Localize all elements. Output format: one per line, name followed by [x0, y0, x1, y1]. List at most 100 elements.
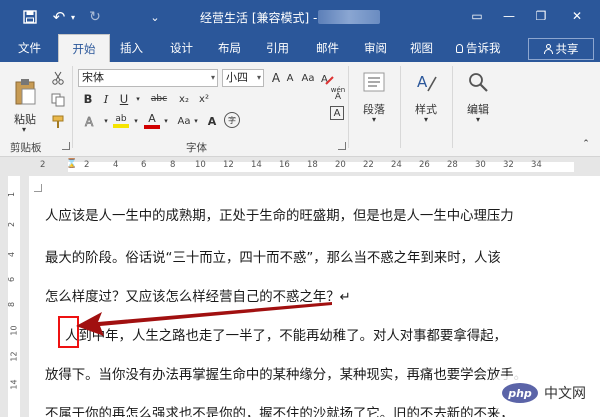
ruler-number: 34: [531, 160, 542, 170]
document-line[interactable]: 不属于你的再怎么强求也不是你的，握不住的沙就扬了它。旧的不去新的不来，: [45, 402, 514, 417]
tab-references[interactable]: 引用: [266, 40, 289, 56]
copy-icon[interactable]: [50, 92, 66, 108]
tab-file[interactable]: 文件: [18, 40, 41, 56]
vruler-number: 1: [7, 191, 17, 198]
ruler-number: 22: [363, 160, 374, 170]
styles-icon[interactable]: A: [408, 68, 444, 96]
highlight-dropdown-icon[interactable]: ▾: [128, 112, 144, 130]
shrink-font-icon[interactable]: A: [282, 69, 298, 87]
tab-home[interactable]: 开始: [58, 34, 110, 62]
ruler-number: 14: [251, 160, 262, 170]
change-case-icon[interactable]: Aa: [300, 69, 316, 87]
highlight-swatch: [113, 124, 129, 128]
tab-review[interactable]: 审阅: [364, 40, 387, 56]
margin-crop-mark: [34, 184, 42, 192]
collapse-ribbon-icon[interactable]: ⌃: [580, 138, 592, 150]
tab-mailings[interactable]: 邮件: [316, 40, 339, 56]
tab-design[interactable]: 设计: [170, 40, 193, 56]
share-button[interactable]: 共享: [528, 38, 594, 60]
ruler-number: 18: [307, 160, 318, 170]
superscript-button[interactable]: x²: [196, 90, 212, 108]
font-color-dropdown-icon[interactable]: ▾: [158, 112, 174, 130]
tell-me-label: 告诉我: [466, 41, 501, 55]
tab-view[interactable]: 视图: [410, 40, 433, 56]
php-logo: php: [502, 383, 538, 403]
text-effects-icon[interactable]: A: [80, 112, 100, 130]
restore-button[interactable]: ❐: [530, 6, 552, 26]
svg-text:A: A: [417, 73, 428, 91]
paste-button[interactable]: [10, 70, 40, 114]
editing-search-icon[interactable]: [460, 68, 496, 96]
font-name-value: 宋体: [82, 71, 104, 84]
bold-button[interactable]: B: [80, 90, 96, 108]
chevron-down-icon: ▾: [210, 73, 215, 82]
undo-dropdown-icon[interactable]: ▾: [68, 8, 78, 26]
group-separator: [400, 66, 401, 148]
redacted-title-part: [318, 10, 380, 24]
indent-marker-icon[interactable]: ⌛: [66, 159, 77, 169]
svg-text:A: A: [85, 115, 94, 128]
underline-dropdown-icon[interactable]: ▾: [130, 90, 146, 108]
vruler-number: 14: [9, 379, 19, 390]
lightbulb-icon: [456, 44, 463, 53]
format-painter-icon[interactable]: [50, 114, 66, 130]
document-line[interactable]: 放得下。当你没有办法再掌握生命中的某种缘分，某种现实，再痛也要学会放手。: [45, 363, 527, 383]
tab-layout[interactable]: 布局: [218, 40, 241, 56]
ruler-number: 2: [40, 160, 46, 170]
tab-insert[interactable]: 插入: [120, 40, 143, 56]
tell-me-box[interactable]: 告诉我: [456, 40, 501, 56]
window-title: 经营生活 [兼容模式] -: [200, 11, 318, 25]
font-size-combo[interactable]: 小四 ▾: [222, 69, 264, 87]
ruler-number: 12: [223, 160, 234, 170]
vruler-number: 6: [7, 276, 17, 283]
styles-dropdown-icon[interactable]: ▾: [420, 114, 432, 124]
ribbon-display-options-icon[interactable]: ▭: [466, 6, 488, 26]
vruler-number: 12: [9, 351, 19, 362]
strikethrough-button[interactable]: abc: [148, 90, 170, 108]
clipboard-group-label: 剪贴板: [10, 142, 42, 154]
clipboard-icon: [15, 79, 36, 105]
char-shading-icon[interactable]: A: [204, 112, 220, 130]
customize-quick-access-icon[interactable]: ⌄: [148, 8, 162, 26]
ruler-number: 8: [170, 160, 176, 170]
share-label: 共享: [555, 42, 579, 56]
character-border-icon[interactable]: A: [330, 106, 344, 120]
save-icon[interactable]: [20, 8, 40, 26]
change-case-dropdown-icon[interactable]: ▾: [188, 112, 204, 130]
ribbon-home: 粘贴 ▾ 剪贴板 宋体 ▾ 小四 ▾ A A Aa A wén A A B I U…: [0, 62, 600, 157]
editing-dropdown-icon[interactable]: ▾: [472, 114, 484, 124]
paste-dropdown-icon[interactable]: ▾: [18, 124, 30, 134]
clear-formatting-icon[interactable]: A: [318, 69, 336, 87]
font-group-label: 字体: [186, 142, 207, 154]
close-button[interactable]: ✕: [566, 6, 588, 26]
clipboard-launcher-icon[interactable]: [62, 142, 70, 150]
redo-icon[interactable]: ↻: [86, 8, 104, 26]
italic-button[interactable]: I: [98, 90, 114, 108]
paragraph-icon[interactable]: [356, 68, 392, 96]
ruler-number: 26: [419, 160, 430, 170]
ruler-number: 6: [141, 160, 147, 170]
watermark-text: 中文网: [544, 386, 586, 402]
phonetic-guide-icon[interactable]: wén A: [330, 86, 346, 102]
font-launcher-icon[interactable]: [338, 142, 346, 150]
document-line[interactable]: 人应该是人一生中的成熟期，正处于生命的旺盛期，但是也是人一生中心理压力: [45, 204, 514, 224]
enclose-characters-icon[interactable]: 字: [224, 112, 240, 128]
vruler-number: 8: [7, 301, 17, 308]
font-name-combo[interactable]: 宋体 ▾: [78, 69, 218, 87]
ruler-number: 30: [475, 160, 486, 170]
minimize-button[interactable]: —: [498, 6, 520, 26]
ruler-number: 24: [391, 160, 402, 170]
annotation-arrow-icon: [76, 302, 332, 336]
subscript-button[interactable]: x₂: [176, 90, 192, 108]
ruler-number: 32: [503, 160, 514, 170]
group-separator: [348, 66, 349, 148]
group-separator: [72, 66, 73, 148]
ruler-number: 16: [279, 160, 290, 170]
ruler-number: 2: [84, 160, 90, 170]
document-line[interactable]: 最大的阶段。俗话说“三十而立，四十而不惑”，那么当不惑之年到来时，人该: [45, 246, 501, 266]
undo-icon[interactable]: ↶: [50, 8, 68, 26]
group-separator: [452, 66, 453, 148]
ruler-number: 10: [195, 160, 206, 170]
paragraph-dropdown-icon[interactable]: ▾: [368, 114, 380, 124]
cut-icon[interactable]: [50, 70, 66, 86]
